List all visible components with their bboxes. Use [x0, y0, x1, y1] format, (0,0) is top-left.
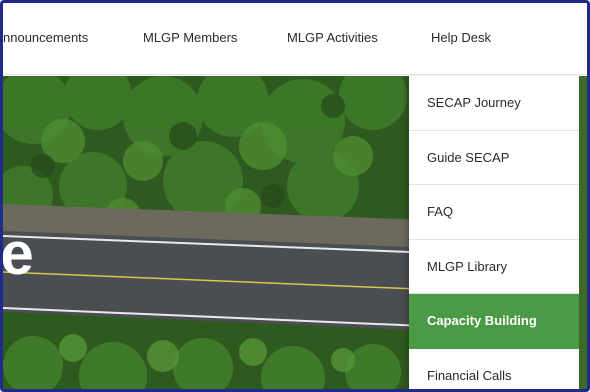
- nav-item-mlgp-members[interactable]: MLGP Members: [143, 30, 237, 45]
- nav-item-announcements[interactable]: nnouncements: [3, 30, 88, 45]
- menu-item-guide-secap[interactable]: Guide SECAP: [409, 131, 579, 185]
- menu-item-financial-calls[interactable]: Financial Calls: [409, 349, 579, 390]
- nav-item-mlgp-activities[interactable]: MLGP Activities: [287, 30, 378, 45]
- hero-headline: ate: [3, 220, 35, 287]
- menu-item-secap-journey[interactable]: SECAP Journey: [409, 76, 579, 131]
- top-navigation-bar: nnouncements MLGP Members MLGP Activitie…: [3, 3, 587, 75]
- menu-item-capacity-building[interactable]: Capacity Building: [409, 294, 579, 349]
- browser-viewport: nnouncements MLGP Members MLGP Activitie…: [0, 0, 590, 392]
- menu-item-mlgp-library[interactable]: MLGP Library: [409, 240, 579, 294]
- menu-item-faq[interactable]: FAQ: [409, 185, 579, 240]
- help-desk-dropdown-menu: SECAP Journey Guide SECAP FAQ MLGP Libra…: [409, 76, 579, 390]
- nav-item-help-desk[interactable]: Help Desk: [431, 30, 491, 45]
